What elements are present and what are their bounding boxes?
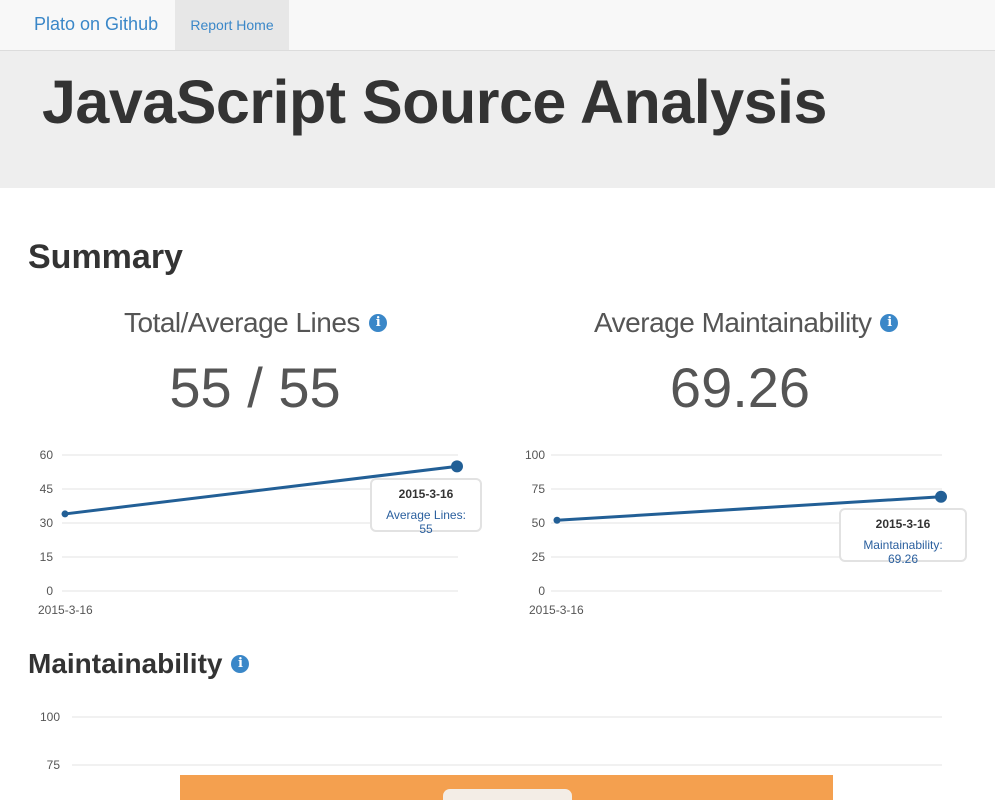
- info-icon[interactable]: i: [231, 655, 250, 673]
- maintainability-stat-title: Average Maintainability i: [594, 307, 899, 339]
- y-tick-label: 0: [538, 584, 545, 598]
- x-tick-label: 2015-3-16: [529, 603, 584, 617]
- lines-stat-value: 55 / 55: [169, 356, 341, 419]
- y-tick-label: 0: [46, 584, 53, 598]
- y-tick-label: 100: [525, 448, 545, 462]
- maintainability-heading-text: Maintainability: [28, 648, 223, 679]
- data-point: [451, 460, 463, 473]
- y-tick-label: 100: [40, 710, 60, 724]
- brand-link[interactable]: Plato on Github: [34, 14, 158, 35]
- maintainability-stat-label: Average Maintainability: [594, 307, 872, 338]
- header: JavaScript Source Analysis: [0, 51, 995, 188]
- report-home-link[interactable]: Report Home: [175, 0, 289, 50]
- y-tick-label: 15: [40, 550, 54, 564]
- tooltip-date: 2015-3-16: [875, 517, 931, 531]
- lines-chart-tooltip: 2015-3-16 Average Lines: 55: [370, 478, 482, 536]
- y-tick-label: 45: [40, 482, 54, 496]
- tooltip-value: Maintainability: 69.26: [863, 538, 943, 566]
- navbar: Plato on Github Report Home: [0, 0, 995, 51]
- data-point: [61, 510, 69, 518]
- maintainability-heading: Maintainability i: [28, 648, 250, 680]
- data-point: [935, 490, 947, 503]
- bar-tooltip: [443, 789, 572, 800]
- y-tick-label: 75: [47, 758, 61, 772]
- maintainability-bar-chart: 100 75: [40, 710, 942, 800]
- tooltip-date: 2015-3-16: [398, 487, 454, 501]
- tooltip-value: Average Lines: 55: [386, 508, 466, 536]
- y-tick-label: 30: [40, 516, 54, 530]
- info-icon[interactable]: i: [880, 314, 899, 332]
- lines-stat-label: Total/Average Lines: [124, 307, 360, 338]
- y-tick-label: 25: [532, 550, 546, 564]
- y-tick-label: 60: [40, 448, 54, 462]
- maintainability-chart-tooltip: 2015-3-16 Maintainability: 69.26: [839, 508, 967, 566]
- summary-heading: Summary: [28, 238, 183, 276]
- data-point: [553, 516, 561, 524]
- info-icon[interactable]: i: [368, 314, 387, 332]
- lines-stat-title: Total/Average Lines i: [124, 307, 387, 339]
- y-tick-label: 50: [532, 516, 546, 530]
- x-tick-label: 2015-3-16: [38, 603, 93, 617]
- maintainability-stat-value: 69.26: [669, 356, 811, 419]
- y-tick-label: 75: [532, 482, 546, 496]
- page-title: JavaScript Source Analysis: [42, 68, 827, 136]
